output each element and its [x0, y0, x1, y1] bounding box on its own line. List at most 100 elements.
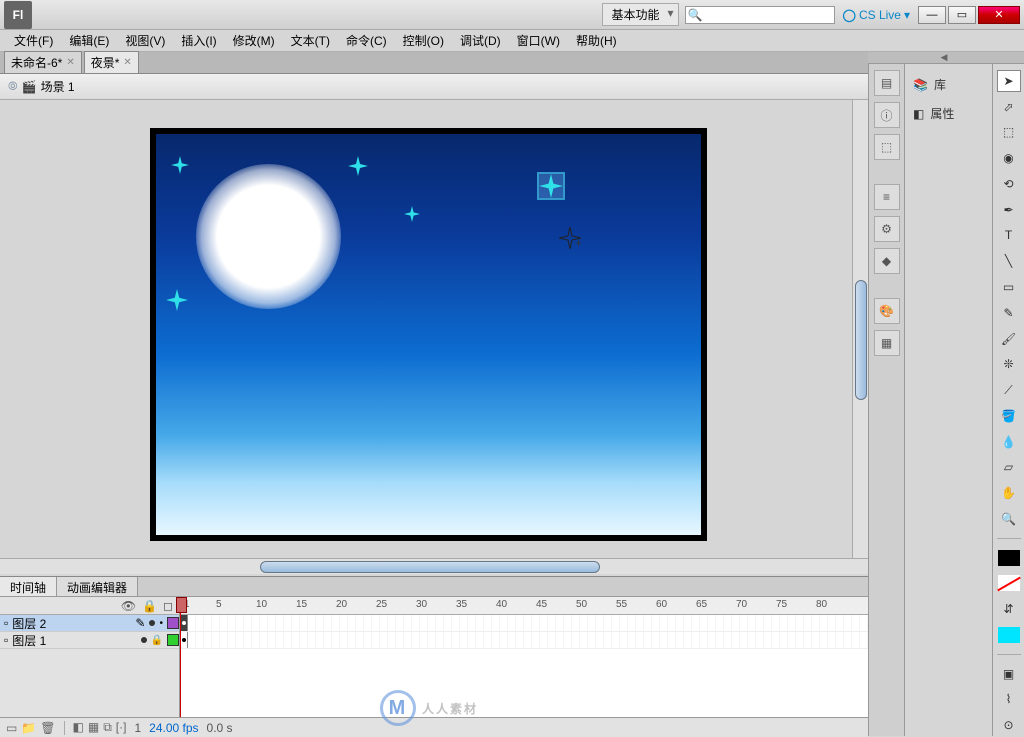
- star-graphic[interactable]: [171, 156, 189, 174]
- menu-item[interactable]: 帮助(H): [568, 30, 625, 51]
- horizontal-scrollbar[interactable]: [0, 558, 868, 574]
- brush-tool[interactable]: 🖌: [997, 328, 1021, 350]
- minimize-button[interactable]: —: [918, 6, 946, 24]
- current-fill[interactable]: [997, 624, 1021, 646]
- back-icon[interactable]: ⦾: [8, 79, 18, 94]
- 3d-rotation-tool[interactable]: ◉: [997, 147, 1021, 169]
- stage-area[interactable]: +: [0, 100, 868, 558]
- bone-tool[interactable]: ⟋: [997, 379, 1021, 401]
- onion-skin-icon[interactable]: ◧: [73, 720, 84, 735]
- visibility-dot[interactable]: [149, 620, 155, 626]
- align-icon[interactable]: ≡: [874, 184, 900, 210]
- text-tool[interactable]: T: [997, 225, 1021, 247]
- color-icon[interactable]: 🎨: [874, 298, 900, 324]
- maximize-button[interactable]: ▭: [948, 6, 976, 24]
- menubar: 文件(F)编辑(E)视图(V)插入(I)修改(M)文本(T)命令(C)控制(O)…: [0, 30, 1024, 52]
- moon-graphic[interactable]: [196, 164, 341, 309]
- outline-swatch[interactable]: [167, 634, 179, 646]
- panel-item[interactable]: 📚库: [905, 70, 992, 99]
- eraser-tool[interactable]: ▱: [997, 456, 1021, 478]
- close-tab-icon[interactable]: ✕: [123, 57, 131, 68]
- collapse-icon[interactable]: ◀: [868, 52, 1024, 64]
- ruler-mark: 20: [336, 599, 347, 610]
- menu-item[interactable]: 调试(D): [452, 30, 509, 51]
- smooth-icon[interactable]: ⌇: [997, 688, 1021, 710]
- frame-row[interactable]: [180, 632, 868, 649]
- timeline-tab[interactable]: 动画编辑器: [57, 577, 138, 596]
- layer-name[interactable]: 图层 2: [12, 615, 131, 632]
- deco-tool[interactable]: ❊: [997, 353, 1021, 375]
- zoom-tool[interactable]: 🔍: [997, 508, 1021, 530]
- info-icon[interactable]: ⓘ: [874, 102, 900, 128]
- magnet-icon[interactable]: ⊙: [997, 714, 1021, 736]
- menu-item[interactable]: 窗口(W): [509, 30, 568, 51]
- layer-row[interactable]: ▫ 图层 1 🔒: [0, 632, 179, 649]
- subselection-tool[interactable]: ⬀: [997, 96, 1021, 118]
- fps-display[interactable]: 24.00 fps: [149, 721, 198, 735]
- outline-icon[interactable]: ◻: [163, 599, 173, 613]
- paint-bucket-tool[interactable]: 🪣: [997, 405, 1021, 427]
- star-graphic[interactable]: [348, 156, 368, 176]
- edit-multiple-icon[interactable]: ⧉: [103, 720, 112, 735]
- new-layer-icon[interactable]: ▭: [6, 721, 17, 735]
- frame-ruler[interactable]: 15101520253035404550556065707580: [180, 597, 868, 615]
- components-icon[interactable]: ⚙: [874, 216, 900, 242]
- menu-item[interactable]: 编辑(E): [61, 30, 117, 51]
- pencil-tool[interactable]: ✎: [997, 302, 1021, 324]
- visibility-icon[interactable]: 👁: [121, 599, 136, 613]
- menu-item[interactable]: 插入(I): [173, 30, 224, 51]
- stroke-color[interactable]: [997, 547, 1021, 569]
- lock-dot[interactable]: •: [159, 618, 163, 629]
- onion-outline-icon[interactable]: ▦: [88, 720, 99, 735]
- delete-layer-icon[interactable]: 🗑: [40, 721, 55, 735]
- playhead[interactable]: [180, 597, 181, 717]
- menu-item[interactable]: 文本(T): [283, 30, 338, 51]
- document-tab[interactable]: 未命名-6*✕: [4, 51, 82, 73]
- lock-icon[interactable]: 🔒: [142, 599, 157, 613]
- layers-list: 👁 🔒 ◻ ▫ 图层 2 ✎ • ▫ 图层 1 🔒: [0, 597, 180, 717]
- visibility-dot[interactable]: [141, 637, 147, 643]
- transform-icon[interactable]: ⬚: [874, 134, 900, 160]
- pen-tool[interactable]: ✒: [997, 199, 1021, 221]
- panel-item[interactable]: ◧属性: [905, 99, 992, 128]
- workspace-dropdown[interactable]: 基本功能: [602, 3, 678, 26]
- new-folder-icon[interactable]: 📁: [21, 721, 36, 735]
- fill-color[interactable]: [997, 572, 1021, 594]
- menu-item[interactable]: 视图(V): [117, 30, 173, 51]
- stage[interactable]: +: [150, 128, 707, 541]
- layer-name[interactable]: 图层 1: [12, 632, 136, 649]
- star-graphic[interactable]: [166, 289, 188, 311]
- close-tab-icon[interactable]: ✕: [66, 57, 74, 68]
- star-graphic[interactable]: [404, 206, 420, 222]
- frame-row[interactable]: [180, 615, 868, 632]
- star-graphic-selected[interactable]: [539, 174, 563, 198]
- hand-tool[interactable]: ✋: [997, 482, 1021, 504]
- frames-area[interactable]: 15101520253035404550556065707580: [180, 597, 868, 717]
- search-input[interactable]: 🔍: [685, 6, 835, 24]
- properties-icon[interactable]: ▤: [874, 70, 900, 96]
- lasso-tool[interactable]: ⟲: [997, 173, 1021, 195]
- lock-dot[interactable]: 🔒: [151, 635, 163, 646]
- close-button[interactable]: ✕: [978, 6, 1020, 24]
- ruler-mark: 55: [616, 599, 627, 610]
- selection-tool[interactable]: ➤: [997, 70, 1021, 92]
- free-transform-tool[interactable]: ⬚: [997, 122, 1021, 144]
- swap-colors-icon[interactable]: ⇵: [997, 598, 1021, 620]
- menu-item[interactable]: 文件(F): [6, 30, 61, 51]
- rectangle-tool[interactable]: ▭: [997, 276, 1021, 298]
- line-tool[interactable]: ╲: [997, 250, 1021, 272]
- vertical-scrollbar[interactable]: [852, 100, 868, 558]
- marker-icon[interactable]: [·]: [116, 720, 127, 735]
- layer-row[interactable]: ▫ 图层 2 ✎ •: [0, 615, 179, 632]
- cslive-button[interactable]: CS Live ▾: [843, 8, 911, 22]
- menu-item[interactable]: 命令(C): [338, 30, 395, 51]
- outline-swatch[interactable]: [167, 617, 179, 629]
- menu-item[interactable]: 控制(O): [395, 30, 452, 51]
- behaviors-icon[interactable]: ◆: [874, 248, 900, 274]
- snap-icon[interactable]: ▣: [997, 663, 1021, 685]
- swatches-icon[interactable]: ▦: [874, 330, 900, 356]
- eyedropper-tool[interactable]: 💧: [997, 431, 1021, 453]
- menu-item[interactable]: 修改(M): [225, 30, 283, 51]
- document-tab[interactable]: 夜景*✕: [84, 51, 139, 73]
- timeline-tab[interactable]: 时间轴: [0, 577, 57, 596]
